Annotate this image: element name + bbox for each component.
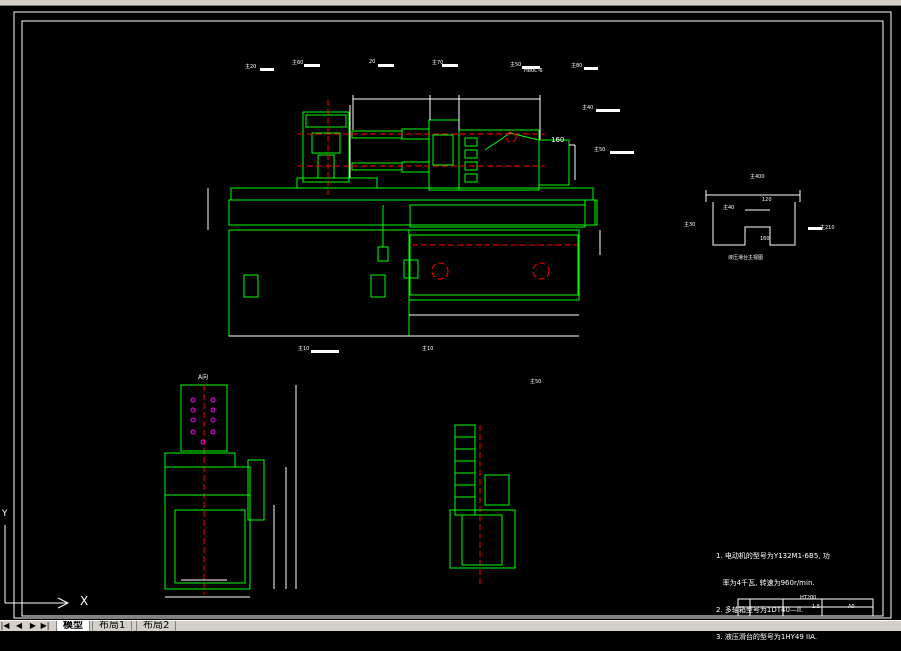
layout-tab-bar: |◀ ◀ ▶ ▶| 模型 布局1 布局2 [0,620,901,631]
label-top-mid-3: 主50 [510,62,522,68]
label-top-mid-1: 20 [369,59,376,65]
label-top-mid-2: 主70 [432,60,444,66]
title-block-size: A0 [848,604,855,610]
side-label-400: 主400 [750,174,765,180]
side-profile [705,190,801,246]
column-view [449,424,516,569]
centerlines [203,100,578,595]
label-top-right-3: 主50 [594,147,606,153]
side-label-30: 主30 [684,222,696,228]
label-top-left-2: 主60 [292,60,304,66]
a-view [164,384,265,590]
label-top-right-2: 主40 [582,105,594,111]
note-line: 3. 液压滑台的型号为1HY49 IIA. [716,633,818,641]
side-label-160: 160 [760,236,770,242]
title-block-code: HT200 [800,595,817,601]
technical-notes: 1. 电动机的型号为Y132M1-6B5, 功 率为4千瓦, 转速为960r/m… [716,534,830,651]
note-line: 率为4千瓦, 转速为960r/min. [716,579,815,587]
a-view-dims [165,385,297,598]
dimension-160: 160 [551,136,565,144]
label-bottom-mid-2: 主10 [422,346,434,352]
label-bottom-mid-1: 主10 [298,346,310,352]
label-blocks [260,64,822,353]
side-label-210: 主210 [820,225,835,231]
label-top-left-1: 主20 [245,64,257,70]
a-view-holes [190,397,216,445]
side-label-120: 120 [762,197,772,203]
section-title: A向 [198,374,209,381]
ucs-x-axis-label: X [80,594,89,608]
label-bottom-right: 主50 [530,379,542,385]
cad-drawing[interactable] [0,5,901,620]
label-top-mid-4: H80C-6 [524,68,543,74]
note-line: 1. 电动机的型号为Y132M1-6B5, 功 [716,552,830,560]
label-top-right-1: 主80 [571,63,583,69]
title-block-scale: 1:5 [812,604,821,610]
side-caption: 液压滑台主视图 [728,255,764,261]
drawing-canvas[interactable]: 主20 主60 20 主70 主50 H80C-6 主80 主40 主50 16… [0,5,901,641]
ucs-y-axis-label: Y [2,509,8,519]
side-label-40: 主40 [723,205,735,211]
front-view [228,105,598,337]
